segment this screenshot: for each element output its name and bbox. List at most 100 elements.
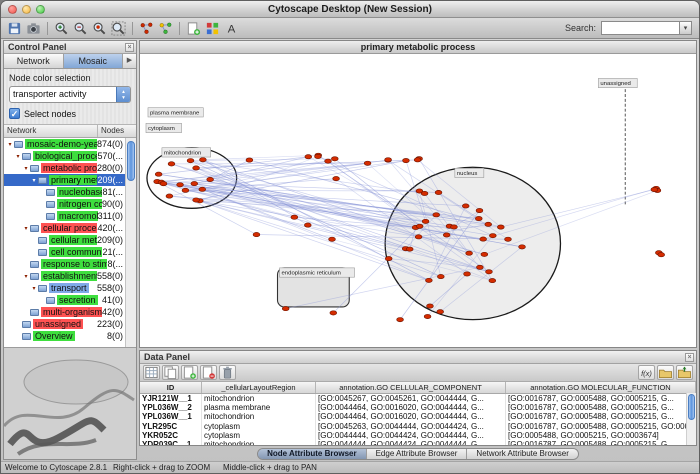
- network-node: [425, 278, 432, 282]
- combobox-arrows-icon: ▴▾: [116, 87, 130, 102]
- minimize-window-button[interactable]: [22, 5, 31, 14]
- snapshot-icon[interactable]: [25, 20, 42, 37]
- folder-icon: [22, 321, 31, 328]
- network-node: [489, 234, 496, 238]
- network-node: [315, 154, 322, 158]
- folder-icon: [14, 141, 23, 148]
- disclosure-triangle-icon[interactable]: ▾: [22, 225, 30, 232]
- zoom-selected-icon[interactable]: [91, 20, 108, 37]
- import-attributes-icon[interactable]: [657, 365, 674, 380]
- network-node: [651, 187, 658, 191]
- column-header-molecular-function[interactable]: annotation.GO MOLECULAR_FUNCTION: [506, 382, 696, 393]
- tree-row[interactable]: ▾mosaic-demo-yeast874(0): [4, 138, 136, 150]
- tree-row[interactable]: ▾establishment of lo...558(0): [4, 270, 136, 282]
- column-header-region[interactable]: _cellularLayoutRegion: [202, 382, 316, 393]
- tab-node-attribute-browser[interactable]: Node Attribute Browser: [258, 449, 367, 459]
- svg-text:f(x): f(x): [641, 369, 652, 378]
- tree-header-nodes[interactable]: Nodes: [98, 125, 136, 137]
- node-color-select[interactable]: transporter activity ▴▾: [9, 86, 131, 103]
- svg-text:A: A: [228, 23, 236, 35]
- tree-row[interactable]: ▾cellular process420(...: [4, 222, 136, 234]
- column-header-id[interactable]: ID: [140, 382, 202, 393]
- table-row[interactable]: YDR039C__1mitochondrion[GO:0044444, GO:0…: [140, 440, 696, 445]
- disclosure-triangle-icon[interactable]: ▾: [30, 285, 38, 292]
- vizmapper-icon[interactable]: [204, 20, 221, 37]
- network-node: [443, 233, 450, 237]
- tree-scrollbar-thumb[interactable]: [127, 141, 135, 181]
- new-network-from-selection-icon[interactable]: [185, 20, 202, 37]
- status-bar: Welcome to Cytoscape 2.8.1 Right-click +…: [1, 461, 699, 473]
- table-row[interactable]: YPL036W__1mitochondrion[GO:0044464, GO:0…: [140, 412, 696, 421]
- hide-selected-icon[interactable]: [138, 20, 155, 37]
- cell-region: mitochondrion: [202, 394, 316, 403]
- export-attributes-icon[interactable]: [676, 365, 693, 380]
- network-view-title[interactable]: primary metabolic process: [140, 41, 696, 54]
- disclosure-triangle-icon[interactable]: ▾: [14, 153, 22, 160]
- disclosure-triangle-icon[interactable]: ▾: [22, 273, 30, 280]
- table-scrollbar-thumb[interactable]: [688, 394, 695, 420]
- cell-molecular-function: [GO:0016787, GO:0005488, GO:0005215, G..…: [506, 394, 696, 403]
- network-node: [193, 198, 200, 202]
- birdseye-view[interactable]: [4, 347, 136, 459]
- tree-row[interactable]: Overview8(0): [4, 330, 136, 342]
- zoom-window-button[interactable]: [36, 5, 45, 14]
- table-row[interactable]: YJR121W__1mitochondrion[GO:0045267, GO:0…: [140, 394, 696, 403]
- column-header-cellular-component[interactable]: annotation.GO CELLULAR_COMPONENT: [316, 382, 506, 393]
- cell-cellular-component: [GO:0045263, GO:0044444, GO:0044424, G..…: [316, 422, 506, 431]
- table-row[interactable]: YLR295Ccytoplasm[GO:0045263, GO:0044444,…: [140, 422, 696, 431]
- network-node: [282, 306, 289, 310]
- cell-molecular-function: [GO:0016787, GO:0005488, GO:0005215, G..…: [506, 412, 696, 421]
- function-builder-icon[interactable]: f(x): [638, 365, 655, 380]
- tree-row[interactable]: nitrogen compo...90(0): [4, 198, 136, 210]
- tree-row[interactable]: unassigned223(0): [4, 318, 136, 330]
- delete-attribute-icon[interactable]: [200, 365, 217, 380]
- annotation-icon[interactable]: A: [223, 20, 240, 37]
- select-attributes-icon[interactable]: [143, 365, 160, 380]
- tree-row[interactable]: ▾metabolic process280(0): [4, 162, 136, 174]
- disclosure-triangle-icon[interactable]: ▾: [6, 141, 14, 148]
- copy-attributes-icon[interactable]: [162, 365, 179, 380]
- tree-row[interactable]: secretion41(0): [4, 294, 136, 306]
- table-row[interactable]: YKR052Ccytoplasm[GO:0044444, GO:0044424,…: [140, 431, 696, 440]
- tree-row[interactable]: nucleobase...81(...: [4, 186, 136, 198]
- tree-node-label: Overview: [33, 331, 75, 341]
- network-node: [497, 225, 504, 229]
- zoom-in-icon[interactable]: [53, 20, 70, 37]
- zoom-fit-icon[interactable]: [110, 20, 127, 37]
- tab-mosaic[interactable]: Mosaic: [64, 54, 124, 68]
- window-titlebar[interactable]: Cytoscape Desktop (New Session): [1, 1, 699, 18]
- select-first-neighbors-icon[interactable]: [157, 20, 174, 37]
- zoom-out-icon[interactable]: [72, 20, 89, 37]
- trash-icon[interactable]: [219, 365, 236, 380]
- select-nodes-checkbox[interactable]: ✓: [9, 108, 20, 119]
- tree-scrollbar[interactable]: [125, 138, 136, 347]
- more-tabs-arrow-icon[interactable]: ▶: [123, 54, 136, 68]
- save-icon[interactable]: [6, 20, 23, 37]
- tree-header-network[interactable]: Network: [4, 125, 98, 137]
- tree-row[interactable]: cellular metabo...209(0): [4, 234, 136, 246]
- disclosure-triangle-icon[interactable]: ▾: [30, 177, 38, 184]
- tree-row[interactable]: cell communicat...21(...: [4, 246, 136, 258]
- tree-row[interactable]: ▾biological_process570(...: [4, 150, 136, 162]
- new-attribute-icon[interactable]: [181, 365, 198, 380]
- search-input[interactable]: [601, 21, 679, 35]
- data-panel-close-icon[interactable]: ×: [685, 353, 694, 362]
- tab-edge-attribute-browser[interactable]: Edge Attribute Browser: [367, 449, 468, 459]
- network-node: [427, 304, 434, 308]
- tree-row[interactable]: response to stimul...8(...: [4, 258, 136, 270]
- network-node: [191, 181, 198, 185]
- tree-node-label: multi-organism pro...: [41, 307, 102, 317]
- tree-row[interactable]: multi-organism pro...42(0): [4, 306, 136, 318]
- disclosure-triangle-icon[interactable]: ▾: [22, 165, 30, 172]
- tab-network-attribute-browser[interactable]: Network Attribute Browser: [467, 449, 577, 459]
- control-panel-close-icon[interactable]: ×: [125, 43, 134, 52]
- tree-row[interactable]: macromolecule...311(0): [4, 210, 136, 222]
- tree-row[interactable]: ▾transport558(0): [4, 282, 136, 294]
- table-scrollbar[interactable]: [686, 393, 696, 445]
- network-canvas[interactable]: plasma membranecytoplasmmitochondrionnuc…: [140, 54, 696, 347]
- tree-row[interactable]: ▾primary metabo...209(...: [4, 174, 136, 186]
- table-row[interactable]: YPL036W__2plasma membrane[GO:0044464, GO…: [140, 403, 696, 412]
- close-window-button[interactable]: [8, 5, 17, 14]
- tab-network[interactable]: Network: [4, 54, 64, 68]
- search-dropdown-icon[interactable]: ▾: [679, 21, 692, 35]
